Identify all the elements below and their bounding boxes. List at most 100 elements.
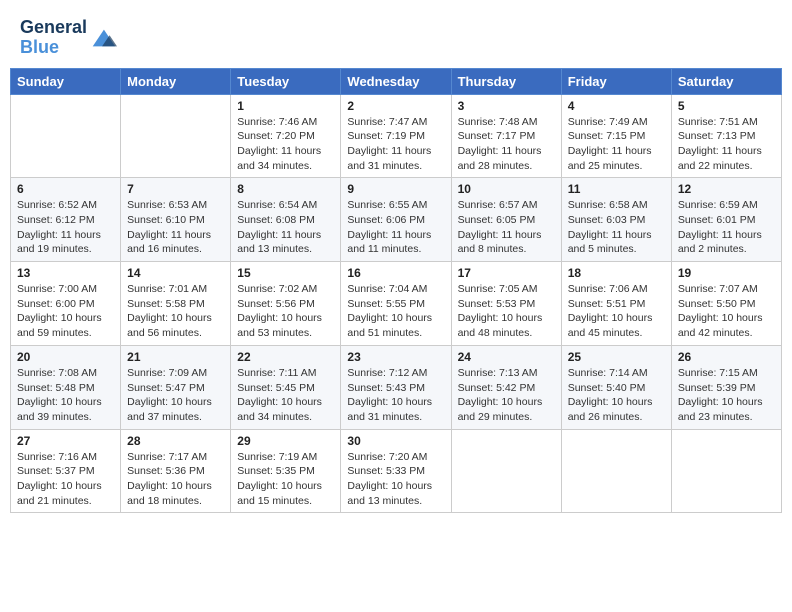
sunset-text: Sunset: 5:56 PM (237, 297, 334, 312)
daylight-text: Daylight: 11 hours and 31 minutes. (347, 144, 444, 173)
sunset-text: Sunset: 5:48 PM (17, 381, 114, 396)
calendar-cell (11, 94, 121, 178)
daylight-text: Daylight: 10 hours and 23 minutes. (678, 395, 775, 424)
logo-icon (89, 24, 117, 52)
sunrise-text: Sunrise: 7:49 AM (568, 115, 665, 130)
sunrise-text: Sunrise: 7:15 AM (678, 366, 775, 381)
sunset-text: Sunset: 7:17 PM (458, 129, 555, 144)
calendar-cell: 22 Sunrise: 7:11 AMSunset: 5:45 PMDayligh… (231, 345, 341, 429)
daylight-text: Daylight: 11 hours and 2 minutes. (678, 228, 775, 257)
calendar-cell: 15Sunrise: 7:02 AMSunset: 5:56 PMDayligh… (231, 262, 341, 346)
day-number: 11 (568, 182, 665, 196)
daylight-text: Daylight: 10 hours and 21 minutes. (17, 479, 114, 508)
day-number: 28 (127, 434, 224, 448)
sunset-text: Sunset: 6:05 PM (458, 213, 555, 228)
day-detail: Sunrise: 7:11 AMSunset: 5:45 PMDaylight:… (237, 366, 334, 425)
day-number: 14 (127, 266, 224, 280)
sunset-text: Sunset: 7:19 PM (347, 129, 444, 144)
day-detail: Sunrise: 7:00 AMSunset: 6:00 PMDaylight:… (17, 282, 114, 341)
sunrise-text: Sunrise: 6:53 AM (127, 198, 224, 213)
sunrise-text: Sunrise: 7:09 AM (127, 366, 224, 381)
sunrise-text: Sunrise: 6:52 AM (17, 198, 114, 213)
weekday-header-monday: Monday (121, 68, 231, 94)
calendar-week-2: 13 Sunrise: 7:00 AMSunset: 6:00 PMDayligh… (11, 262, 782, 346)
daylight-text: Daylight: 11 hours and 28 minutes. (458, 144, 555, 173)
day-number: 3 (458, 99, 555, 113)
day-number: 25 (568, 350, 665, 364)
day-number: 9 (347, 182, 444, 196)
calendar-cell: 6Sunrise: 6:52 AMSunset: 6:12 PMDaylight… (11, 178, 121, 262)
sunset-text: Sunset: 5:50 PM (678, 297, 775, 312)
day-detail: Sunrise: 7:08 AMSunset: 5:48 PMDaylight:… (17, 366, 114, 425)
sunrise-text: Sunrise: 7:07 AM (678, 282, 775, 297)
sunset-text: Sunset: 5:42 PM (458, 381, 555, 396)
daylight-text: Daylight: 10 hours and 26 minutes. (568, 395, 665, 424)
calendar-cell: 4Sunrise: 7:49 AMSunset: 7:15 PMDaylight… (561, 94, 671, 178)
day-detail: Sunrise: 7:09 AMSunset: 5:47 PMDaylight:… (127, 366, 224, 425)
sunset-text: Sunset: 5:35 PM (237, 464, 334, 479)
sunrise-text: Sunrise: 7:16 AM (17, 450, 114, 465)
day-detail: Sunrise: 7:20 AMSunset: 5:33 PMDaylight:… (347, 450, 444, 509)
day-detail: Sunrise: 7:19 AMSunset: 5:35 PMDaylight:… (237, 450, 334, 509)
day-number: 24 (458, 350, 555, 364)
day-number: 13 (17, 266, 114, 280)
sunset-text: Sunset: 5:58 PM (127, 297, 224, 312)
day-number: 16 (347, 266, 444, 280)
sunset-text: Sunset: 6:10 PM (127, 213, 224, 228)
daylight-text: Daylight: 10 hours and 51 minutes. (347, 311, 444, 340)
day-number: 17 (458, 266, 555, 280)
calendar-cell (451, 429, 561, 513)
calendar-cell: 7Sunrise: 6:53 AMSunset: 6:10 PMDaylight… (121, 178, 231, 262)
calendar-week-4: 27Sunrise: 7:16 AMSunset: 5:37 PMDayligh… (11, 429, 782, 513)
day-number: 21 (127, 350, 224, 364)
sunset-text: Sunset: 5:53 PM (458, 297, 555, 312)
day-detail: Sunrise: 6:52 AMSunset: 6:12 PMDaylight:… (17, 198, 114, 257)
sunset-text: Sunset: 5:39 PM (678, 381, 775, 396)
sunset-text: Sunset: 6:03 PM (568, 213, 665, 228)
day-detail: Sunrise: 7:01 AMSunset: 5:58 PMDaylight:… (127, 282, 224, 341)
calendar-cell: 24 Sunrise: 7:13 AMSunset: 5:42 PMDayligh… (451, 345, 561, 429)
sunrise-text: Sunrise: 7:17 AM (127, 450, 224, 465)
calendar-cell: 29Sunrise: 7:19 AMSunset: 5:35 PMDayligh… (231, 429, 341, 513)
calendar-cell: 8Sunrise: 6:54 AMSunset: 6:08 PMDaylight… (231, 178, 341, 262)
daylight-text: Daylight: 10 hours and 48 minutes. (458, 311, 555, 340)
sunset-text: Sunset: 5:40 PM (568, 381, 665, 396)
day-number: 15 (237, 266, 334, 280)
day-number: 18 (568, 266, 665, 280)
calendar-cell: 3Sunrise: 7:48 AMSunset: 7:17 PMDaylight… (451, 94, 561, 178)
calendar-cell: 14 Sunrise: 7:01 AMSunset: 5:58 PMDayligh… (121, 262, 231, 346)
sunrise-text: Sunrise: 7:13 AM (458, 366, 555, 381)
day-detail: Sunrise: 7:51 AMSunset: 7:13 PMDaylight:… (678, 115, 775, 174)
calendar-cell: 2Sunrise: 7:47 AMSunset: 7:19 PMDaylight… (341, 94, 451, 178)
day-number: 10 (458, 182, 555, 196)
calendar-cell: 21 Sunrise: 7:09 AMSunset: 5:47 PMDayligh… (121, 345, 231, 429)
sunset-text: Sunset: 5:47 PM (127, 381, 224, 396)
sunrise-text: Sunrise: 6:57 AM (458, 198, 555, 213)
weekday-header-wednesday: Wednesday (341, 68, 451, 94)
calendar-cell: 12Sunrise: 6:59 AMSunset: 6:01 PMDayligh… (671, 178, 781, 262)
day-number: 1 (237, 99, 334, 113)
calendar-cell: 26 Sunrise: 7:15 AMSunset: 5:39 PMDayligh… (671, 345, 781, 429)
day-detail: Sunrise: 7:04 AMSunset: 5:55 PMDaylight:… (347, 282, 444, 341)
weekday-header-saturday: Saturday (671, 68, 781, 94)
day-detail: Sunrise: 7:06 AMSunset: 5:51 PMDaylight:… (568, 282, 665, 341)
daylight-text: Daylight: 10 hours and 13 minutes. (347, 479, 444, 508)
sunrise-text: Sunrise: 6:58 AM (568, 198, 665, 213)
sunrise-text: Sunrise: 6:55 AM (347, 198, 444, 213)
calendar-cell (671, 429, 781, 513)
daylight-text: Daylight: 11 hours and 16 minutes. (127, 228, 224, 257)
calendar-table: SundayMondayTuesdayWednesdayThursdayFrid… (10, 68, 782, 514)
day-detail: Sunrise: 7:49 AMSunset: 7:15 PMDaylight:… (568, 115, 665, 174)
sunrise-text: Sunrise: 7:20 AM (347, 450, 444, 465)
calendar-cell: 30Sunrise: 7:20 AMSunset: 5:33 PMDayligh… (341, 429, 451, 513)
sunrise-text: Sunrise: 7:12 AM (347, 366, 444, 381)
daylight-text: Daylight: 10 hours and 29 minutes. (458, 395, 555, 424)
day-detail: Sunrise: 7:12 AMSunset: 5:43 PMDaylight:… (347, 366, 444, 425)
daylight-text: Daylight: 10 hours and 15 minutes. (237, 479, 334, 508)
weekday-header-row: SundayMondayTuesdayWednesdayThursdayFrid… (11, 68, 782, 94)
day-number: 26 (678, 350, 775, 364)
day-number: 5 (678, 99, 775, 113)
calendar-cell: 16 Sunrise: 7:04 AMSunset: 5:55 PMDayligh… (341, 262, 451, 346)
day-number: 22 (237, 350, 334, 364)
calendar-cell: 13 Sunrise: 7:00 AMSunset: 6:00 PMDayligh… (11, 262, 121, 346)
